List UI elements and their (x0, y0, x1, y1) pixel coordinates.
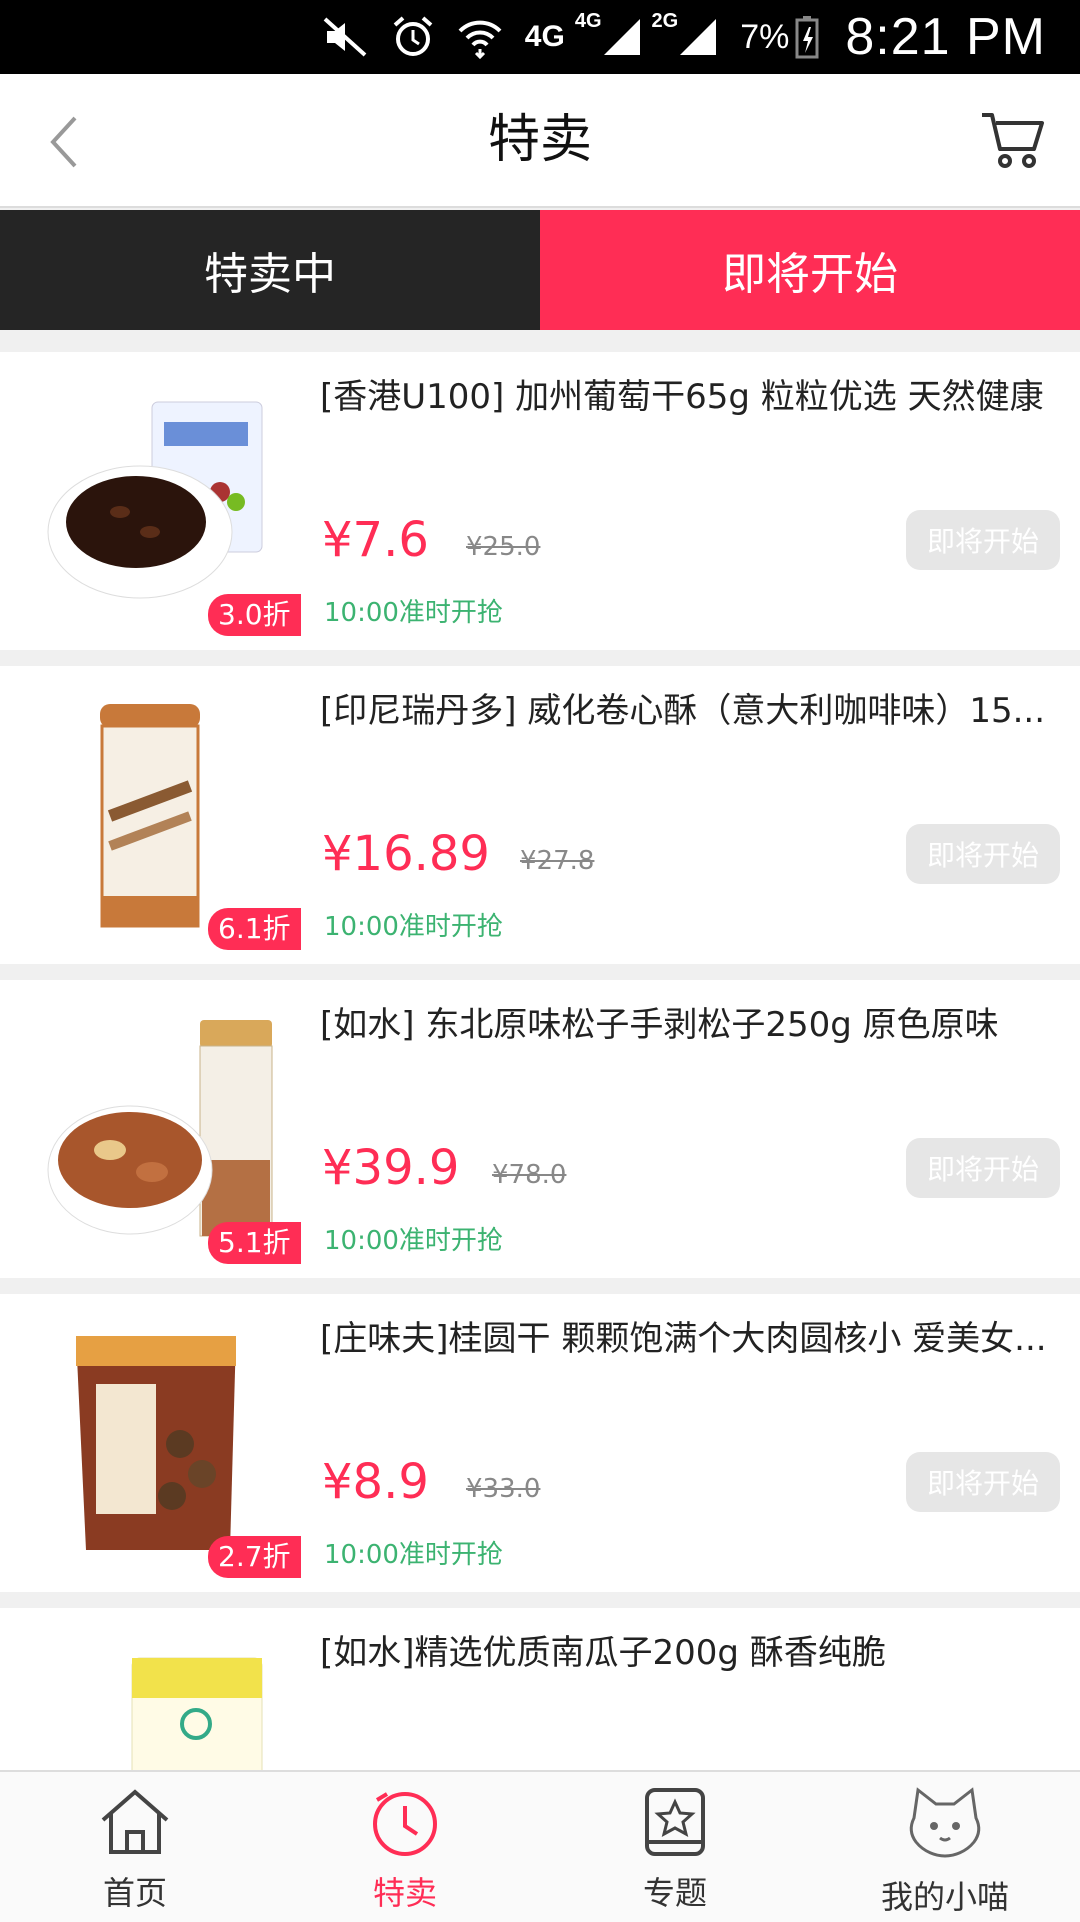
nav-topics[interactable]: 专题 (540, 1772, 810, 1922)
discount-badge: 6.1折 (208, 908, 301, 950)
sale-price: ¥16.89 (322, 826, 490, 882)
wifi-icon (457, 10, 503, 64)
product-title: [如水]精选优质南瓜子200g 酥香纯脆 (320, 1633, 886, 1673)
clock-icon (367, 1786, 443, 1862)
battery-percent: 7% (740, 17, 790, 56)
cat-icon (904, 1786, 986, 1866)
coming-soon-button[interactable]: 即将开始 (906, 1138, 1060, 1198)
product-image (40, 696, 300, 936)
sale-price: ¥39.9 (322, 1140, 460, 1196)
product-image (40, 1324, 300, 1564)
sale-tabs: 特卖中 即将开始 (0, 210, 1080, 330)
product-title: [香港U100] 加州葡萄干65g 粒粒优选 天然健康 (320, 377, 1044, 417)
discount-badge: 5.1折 (208, 1222, 301, 1264)
network-4g-label: 4G (524, 20, 565, 53)
start-time: 10:00准时开抢 (324, 1540, 503, 1570)
clock-time: 8:21 PM (845, 8, 1046, 66)
product-image (40, 1010, 300, 1250)
start-time: 10:00准时开抢 (324, 598, 503, 628)
mute-icon (323, 10, 369, 64)
nav-sale[interactable]: 特卖 (270, 1772, 540, 1922)
signal-icon: 4G (575, 10, 642, 64)
page-title: 特卖 (487, 110, 592, 170)
product-title: [印尼瑞丹多] 威化卷心酥（意大利咖啡味）15... (320, 691, 1046, 731)
list-item[interactable]: 5.1折 [如水] 东北原味松子手剥松子250g 原色原味 ¥39.9 ¥78.… (0, 980, 1080, 1278)
cart-icon (979, 109, 1045, 175)
tab-coming-soon[interactable]: 即将开始 (540, 210, 1080, 330)
product-list: 3.0折 [香港U100] 加州葡萄干65g 粒粒优选 天然健康 ¥7.6 ¥2… (0, 352, 1080, 1922)
nav-home-label: 首页 (102, 1874, 167, 1912)
header-bar: 特卖 (0, 74, 1080, 208)
product-title: [如水] 东北原味松子手剥松子250g 原色原味 (320, 1005, 999, 1045)
product-title: [庄味夫]桂圆干 颗颗饱满个大肉圆核小 爱美女... (320, 1319, 1047, 1359)
coming-soon-button[interactable]: 即将开始 (906, 824, 1060, 884)
tab-on-sale[interactable]: 特卖中 (0, 210, 540, 330)
coming-soon-button[interactable]: 即将开始 (906, 1452, 1060, 1512)
home-icon (97, 1786, 173, 1862)
list-item[interactable]: 2.7折 [庄味夫]桂圆干 颗颗饱满个大肉圆核小 爱美女... ¥8.9 ¥33… (0, 1294, 1080, 1592)
original-price: ¥33.0 (466, 1474, 541, 1504)
product-image (40, 382, 300, 622)
bottom-nav: 首页 特卖 专题 我的小喵 (0, 1770, 1080, 1922)
nav-sale-label: 特卖 (372, 1874, 437, 1912)
discount-badge: 3.0折 (208, 594, 301, 636)
start-time: 10:00准时开抢 (324, 1226, 503, 1256)
start-time: 10:00准时开抢 (324, 912, 503, 942)
list-item[interactable]: 6.1折 [印尼瑞丹多] 威化卷心酥（意大利咖啡味）15... ¥16.89 ¥… (0, 666, 1080, 964)
star-tablet-icon (637, 1786, 713, 1862)
status-bar: 4G 4G 2G 7% 8:21 PM (0, 0, 1080, 74)
battery-icon (795, 10, 819, 64)
list-item[interactable]: 3.0折 [香港U100] 加州葡萄干65g 粒粒优选 天然健康 ¥7.6 ¥2… (0, 352, 1080, 650)
nav-topics-label: 专题 (642, 1874, 707, 1912)
original-price: ¥78.0 (492, 1160, 567, 1190)
discount-badge: 2.7折 (208, 1536, 301, 1578)
cart-button[interactable] (972, 102, 1052, 182)
alarm-icon (391, 10, 435, 64)
original-price: ¥25.0 (466, 532, 541, 562)
nav-profile[interactable]: 我的小喵 (810, 1772, 1080, 1922)
original-price: ¥27.8 (520, 846, 595, 876)
nav-profile-label: 我的小喵 (880, 1878, 1009, 1916)
coming-soon-button[interactable]: 即将开始 (906, 510, 1060, 570)
sale-price: ¥7.6 (322, 512, 429, 568)
nav-home[interactable]: 首页 (0, 1772, 270, 1922)
sale-price: ¥8.9 (322, 1454, 429, 1510)
signal-icon-2: 2G (652, 10, 719, 64)
